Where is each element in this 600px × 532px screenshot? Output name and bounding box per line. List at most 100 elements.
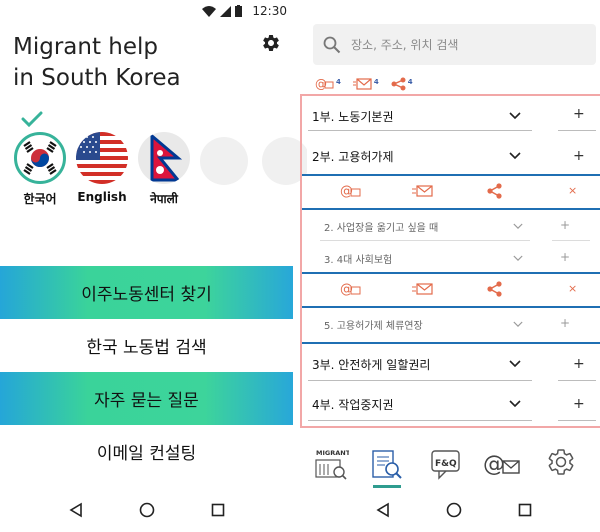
battery-icon [235, 5, 243, 17]
language-placeholder [200, 137, 248, 185]
chevron-down-icon[interactable] [509, 112, 521, 120]
share-count: 4 [373, 78, 379, 87]
share-count: 4 [336, 78, 341, 87]
back-icon[interactable] [68, 502, 84, 518]
recents-icon[interactable] [518, 503, 532, 517]
chevron-down-icon[interactable] [509, 152, 521, 160]
faq-button[interactable]: 자주 묻는 질문 [0, 372, 293, 425]
mail-share-top[interactable]: 4 [352, 76, 379, 95]
bottom-tab-bar: MIGRANT F&Q @ [307, 447, 600, 491]
nepal-flag-icon [138, 132, 190, 184]
section-2-header[interactable]: 2부. 고용허가제 + [302, 136, 600, 176]
korea-flag-icon [14, 132, 66, 184]
mail-icon [352, 77, 372, 90]
at-mail-icon[interactable]: @ [340, 281, 362, 297]
email-icon[interactable]: @ [483, 447, 523, 481]
chevron-down-icon[interactable] [509, 400, 521, 408]
expand-plus-icon[interactable]: + [560, 316, 570, 330]
svg-text:@: @ [483, 452, 505, 477]
close-icon[interactable]: × [568, 282, 577, 295]
section-title: 4부. 작업중지권 [312, 397, 394, 412]
expand-plus-icon[interactable]: + [573, 356, 585, 372]
language-option-nepali[interactable]: नेपाली [134, 132, 194, 207]
chevron-down-icon[interactable] [513, 223, 523, 230]
chevron-down-icon[interactable] [513, 255, 523, 262]
language-option-english[interactable]: English [72, 132, 132, 204]
section-4-header[interactable]: 4부. 작업중지권 + [302, 384, 600, 424]
language-option-korean[interactable]: 한국어 [10, 132, 70, 207]
section-title: 1부. 노동기본권 [312, 109, 394, 124]
close-icon[interactable]: × [568, 184, 577, 197]
share-icon [391, 77, 406, 90]
share-icon[interactable] [487, 183, 503, 199]
expand-plus-icon[interactable]: + [560, 218, 570, 232]
mail-icon[interactable] [412, 183, 434, 199]
subsection-row[interactable]: 5. 고용허가제 체류연장 + [302, 308, 600, 340]
find-labor-center-button[interactable]: 이주노동센터 찾기 [0, 266, 293, 319]
wifi-icon [202, 5, 217, 17]
subsection-row[interactable]: 3. 4대 사회보험 + [302, 242, 600, 274]
share-count: 4 [407, 78, 413, 87]
chevron-down-icon[interactable] [513, 321, 523, 328]
search-icon [323, 36, 341, 53]
share-top[interactable]: 4 [391, 76, 413, 95]
home-icon[interactable] [139, 502, 155, 518]
status-time: 12:30 [252, 4, 287, 18]
cell-signal-icon [220, 5, 232, 17]
section-title: 2부. 고용허가제 [312, 149, 394, 164]
expand-plus-icon[interactable]: + [560, 250, 570, 264]
mail-icon[interactable] [412, 281, 434, 297]
usa-flag-icon [76, 132, 128, 184]
recents-icon[interactable] [211, 503, 225, 517]
app-title-line1: Migrant help [13, 34, 159, 60]
share-actions-row: @ × [302, 174, 600, 210]
menu-label: 이주노동센터 찾기 [81, 285, 212, 305]
share-icon[interactable] [487, 281, 503, 297]
faq-icon[interactable]: F&Q [429, 447, 463, 481]
settings-icon[interactable] [546, 447, 576, 477]
chevron-down-icon[interactable] [509, 360, 521, 368]
status-bar: 12:30 [0, 0, 293, 22]
expand-plus-icon[interactable]: + [573, 106, 585, 122]
home-screen: 12:30 Migrant help in South Korea 한국어 En… [0, 0, 310, 532]
language-label-nepali: नेपाली [150, 192, 178, 206]
tab-label: MIGRANT [316, 449, 349, 457]
email-share-top[interactable]: @4 [315, 76, 341, 95]
back-icon[interactable] [375, 502, 391, 518]
divider [308, 380, 532, 381]
subsection-title: 3. 4대 사회보험 [324, 254, 393, 266]
migrant-center-icon[interactable]: MIGRANT [313, 447, 349, 483]
divider [558, 420, 596, 421]
law-search-screen: 장소, 주소, 위치 검색 @4 4 4 1부. 노동기본권 + 2부. 고용허… [300, 0, 600, 532]
divider [558, 380, 596, 381]
share-actions-top: @4 4 4 [315, 76, 413, 94]
at-mail-icon[interactable]: @ [340, 183, 362, 199]
divider [308, 420, 532, 421]
divider [558, 130, 596, 131]
expand-plus-icon[interactable]: + [573, 148, 585, 164]
menu-label: 자주 묻는 질문 [94, 391, 199, 411]
expand-plus-icon[interactable]: + [573, 396, 585, 412]
tab-label: F&Q [435, 459, 457, 469]
subsection-title: 2. 사업장을 옮기고 싶을 때 [324, 222, 439, 234]
menu-label: 이메일 컨설팅 [96, 444, 197, 464]
settings-gear-icon[interactable] [261, 33, 281, 53]
search-input[interactable]: 장소, 주소, 위치 검색 [313, 24, 596, 65]
menu-label: 한국 노동법 검색 [86, 338, 207, 358]
app-title-line2: in South Korea [13, 65, 181, 91]
law-accordion: 1부. 노동기본권 + 2부. 고용허가제 + @ × 2. 사업장을 옮기고 … [300, 94, 600, 428]
section-3-header[interactable]: 3부. 안전하게 일할권리 + [302, 344, 600, 384]
at-mail-icon: @ [315, 77, 334, 91]
share-actions-row: @ × [302, 272, 600, 308]
system-nav-bar [0, 488, 293, 532]
subsection-row[interactable]: 2. 사업장을 옮기고 싶을 때 + [302, 210, 600, 242]
home-icon[interactable] [446, 502, 462, 518]
divider [308, 130, 532, 131]
language-label-korean: 한국어 [23, 192, 57, 206]
email-consulting-button[interactable]: 이메일 컨설팅 [0, 425, 293, 478]
divider [552, 240, 590, 241]
law-search-icon[interactable] [369, 447, 405, 485]
labor-law-search-button[interactable]: 한국 노동법 검색 [0, 319, 293, 372]
language-label-english: English [77, 190, 127, 204]
section-title: 3부. 안전하게 일할권리 [312, 357, 431, 372]
